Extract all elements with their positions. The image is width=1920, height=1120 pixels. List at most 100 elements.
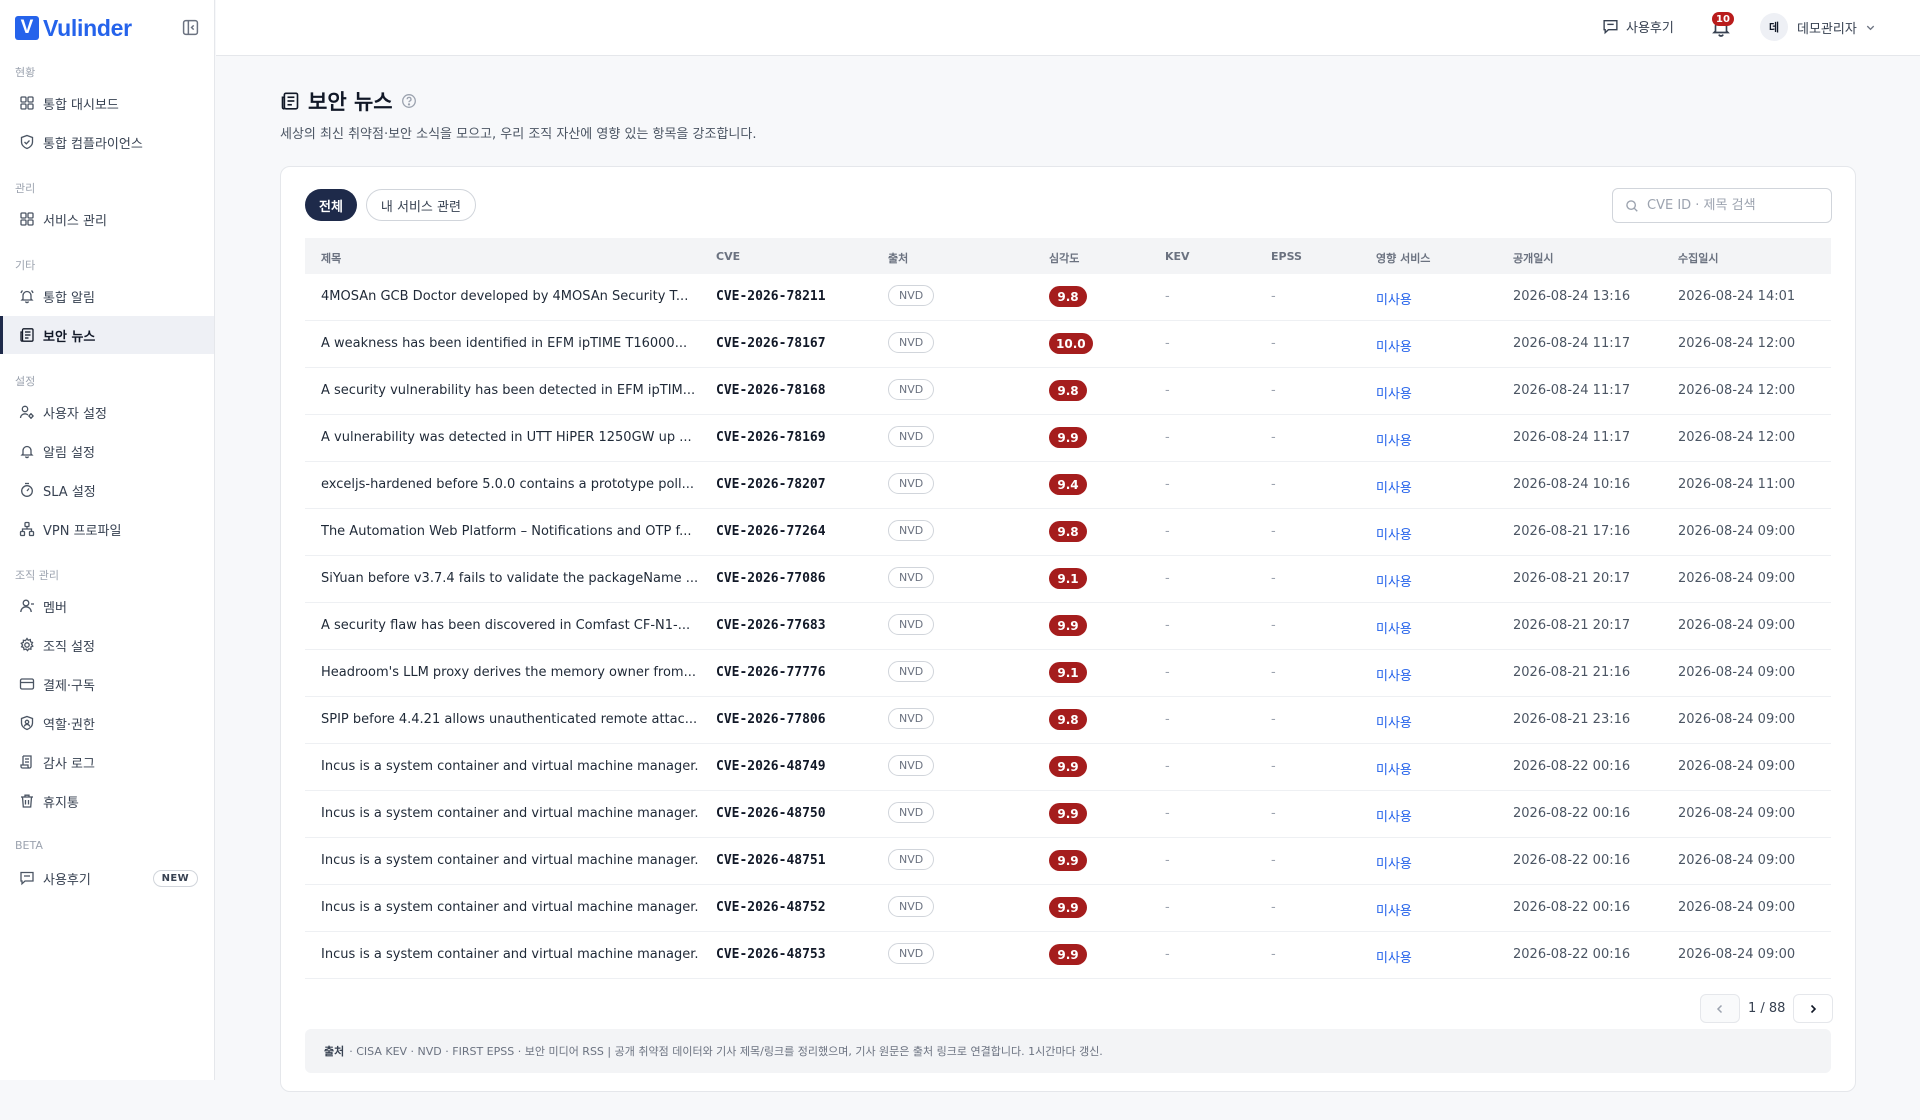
sidebar-item-members[interactable]: 멤버 [0,587,214,625]
cve-id-cell[interactable]: CVE-2026-77264 [716,524,826,539]
sidebar-item-sla-settings[interactable]: SLA 설정 [0,471,214,509]
sidebar-item-user-settings[interactable]: 사용자 설정 [0,393,214,431]
news-title-cell[interactable]: 4MOSAn GCB Doctor developed by 4MOSAn Se… [321,289,701,304]
sidebar-item-trash[interactable]: 휴지통 [0,782,214,820]
cve-id-cell[interactable]: CVE-2026-77776 [716,665,826,680]
prev-page-button[interactable] [1700,994,1740,1023]
table-row[interactable]: Incus is a system container and virtual … [305,744,1831,791]
table-row[interactable]: SPIP before 4.4.21 allows unauthenticate… [305,697,1831,744]
news-title-cell[interactable]: Incus is a system container and virtual … [321,806,701,821]
column-header-kev[interactable]: KEV [1165,250,1190,263]
sidebar-item-services[interactable]: 서비스 관리 [0,200,214,238]
affected-service-link[interactable]: 미사용 [1376,477,1412,496]
column-header-cve[interactable]: CVE [716,250,740,263]
sidebar-item-security-news[interactable]: 보안 뉴스 [0,316,214,354]
sidebar-item-roles[interactable]: 역할·권한 [0,704,214,742]
sidebar-item-vpn-profile[interactable]: VPN 프로파일 [0,510,214,548]
column-header-collected[interactable]: 수집일시 [1678,250,1718,266]
table-row[interactable]: The Automation Web Platform – Notificati… [305,509,1831,556]
affected-service-link[interactable]: 미사용 [1376,289,1412,308]
sidebar-item-notifications[interactable]: 통합 알림 [0,277,214,315]
news-title-cell[interactable]: Incus is a system container and virtual … [321,759,701,774]
brand-logo[interactable]: V Vulinder [15,15,132,41]
news-title-cell[interactable]: The Automation Web Platform – Notificati… [321,524,701,539]
sidebar-item-feedback[interactable]: 사용후기 NEW [0,859,214,897]
cve-id-cell[interactable]: CVE-2026-48749 [716,759,826,774]
news-title-cell[interactable]: SiYuan before v3.7.4 fails to validate t… [321,571,701,586]
table-row[interactable]: Incus is a system container and virtual … [305,791,1831,838]
table-row[interactable]: exceljs-hardened before 5.0.0 contains a… [305,462,1831,509]
sidebar-item-audit-log[interactable]: 감사 로그 [0,743,214,781]
chevron-down-icon [1866,25,1874,30]
cve-id-cell[interactable]: CVE-2026-77086 [716,571,826,586]
table-row[interactable]: 4MOSAn GCB Doctor developed by 4MOSAn Se… [305,274,1831,321]
column-header-service[interactable]: 영향 서비스 [1376,250,1430,266]
search-box[interactable] [1612,188,1832,223]
table-row[interactable]: A security vulnerability has been detect… [305,368,1831,415]
sidebar-item-billing[interactable]: 결제·구독 [0,665,214,703]
tab-my-services[interactable]: 내 서비스 관련 [365,189,476,221]
column-header-epss[interactable]: EPSS [1271,250,1302,263]
table-row[interactable]: A vulnerability was detected in UTT HiPE… [305,415,1831,462]
sidebar-item-label: 멤버 [43,600,67,616]
sidebar-item-alert-settings[interactable]: 알림 설정 [0,432,214,470]
cve-id-cell[interactable]: CVE-2026-77806 [716,712,826,727]
sidebar-item-compliance[interactable]: 통합 컴플라이언스 [0,123,214,161]
affected-service-link[interactable]: 미사용 [1376,665,1412,684]
table-row[interactable]: Incus is a system container and virtual … [305,885,1831,932]
news-title-cell[interactable]: SPIP before 4.4.21 allows unauthenticate… [321,712,701,727]
news-title-cell[interactable]: Incus is a system container and virtual … [321,947,701,962]
column-header-published[interactable]: 공개일시 [1513,250,1553,266]
sidebar-item-label: 결제·구독 [43,678,95,694]
cve-id-cell[interactable]: CVE-2026-48753 [716,947,826,962]
affected-service-link[interactable]: 미사용 [1376,947,1412,966]
table-row[interactable]: Headroom's LLM proxy derives the memory … [305,650,1831,697]
affected-service-link[interactable]: 미사용 [1376,900,1412,919]
affected-service-link[interactable]: 미사용 [1376,806,1412,825]
news-title-cell[interactable]: Incus is a system container and virtual … [321,853,701,868]
news-title-cell[interactable]: A vulnerability was detected in UTT HiPE… [321,430,701,445]
column-header-severity[interactable]: 심각도 [1049,250,1079,266]
tab-all[interactable]: 전체 [305,189,357,221]
news-title-cell[interactable]: A security vulnerability has been detect… [321,383,701,398]
affected-service-link[interactable]: 미사용 [1376,383,1412,402]
help-circle-icon[interactable] [401,93,417,109]
cve-id-cell[interactable]: CVE-2026-77683 [716,618,826,633]
next-page-button[interactable] [1793,994,1834,1023]
affected-service-link[interactable]: 미사용 [1376,853,1412,872]
sidebar-item-org-settings[interactable]: 조직 설정 [0,626,214,664]
affected-service-link[interactable]: 미사용 [1376,336,1412,355]
cve-id-cell[interactable]: CVE-2026-78168 [716,383,826,398]
news-title-cell[interactable]: A security flaw has been discovered in C… [321,618,701,633]
cve-id-cell[interactable]: CVE-2026-48750 [716,806,826,821]
column-header-source[interactable]: 출처 [888,250,908,266]
search-input[interactable] [1647,198,1827,213]
table-row[interactable]: A weakness has been identified in EFM ip… [305,321,1831,368]
news-title-cell[interactable]: exceljs-hardened before 5.0.0 contains a… [321,477,701,492]
grid-icon [20,96,34,110]
cve-id-cell[interactable]: CVE-2026-78207 [716,477,826,492]
table-row[interactable]: Incus is a system container and virtual … [305,838,1831,885]
cve-id-cell[interactable]: CVE-2026-48752 [716,900,826,915]
user-menu[interactable]: 데 데모관리자 [1760,13,1876,41]
cve-id-cell[interactable]: CVE-2026-78167 [716,336,826,351]
sidebar-collapse-icon[interactable] [182,19,199,36]
table-row[interactable]: SiYuan before v3.7.4 fails to validate t… [305,556,1831,603]
cve-id-cell[interactable]: CVE-2026-78169 [716,430,826,445]
feedback-button[interactable]: 사용후기 [1602,17,1674,36]
affected-service-link[interactable]: 미사용 [1376,618,1412,637]
affected-service-link[interactable]: 미사용 [1376,571,1412,590]
affected-service-link[interactable]: 미사용 [1376,430,1412,449]
news-title-cell[interactable]: Incus is a system container and virtual … [321,900,701,915]
table-row[interactable]: A security flaw has been discovered in C… [305,603,1831,650]
column-header-title[interactable]: 제목 [321,250,341,266]
news-title-cell[interactable]: A weakness has been identified in EFM ip… [321,336,701,351]
affected-service-link[interactable]: 미사용 [1376,712,1412,731]
cve-id-cell[interactable]: CVE-2026-48751 [716,853,826,868]
news-title-cell[interactable]: Headroom's LLM proxy derives the memory … [321,665,701,680]
affected-service-link[interactable]: 미사용 [1376,759,1412,778]
table-row[interactable]: Incus is a system container and virtual … [305,932,1831,979]
cve-id-cell[interactable]: CVE-2026-78211 [716,289,826,304]
affected-service-link[interactable]: 미사용 [1376,524,1412,543]
sidebar-item-dashboard[interactable]: 통합 대시보드 [0,84,214,122]
